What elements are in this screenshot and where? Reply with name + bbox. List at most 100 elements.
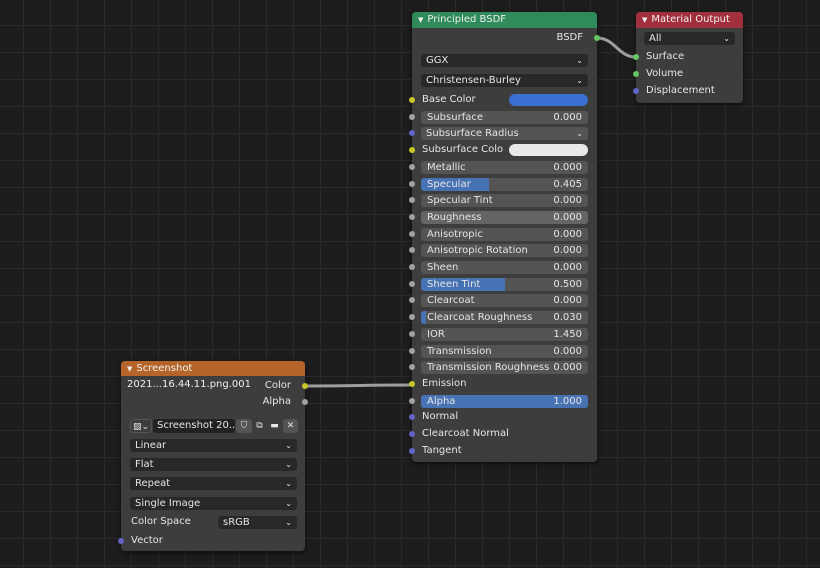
color-space-label: Color Space (131, 516, 191, 527)
slider-value: 1.450 (553, 329, 582, 340)
surface-input-socket[interactable] (633, 54, 639, 60)
slider-label: Anisotropic (427, 229, 483, 240)
input-socket-13[interactable] (409, 314, 415, 320)
slider-specular-tint[interactable]: Specular Tint 0.000 (421, 194, 588, 207)
collapse-icon[interactable]: ▼ (418, 16, 423, 24)
vector-input-socket[interactable] (118, 538, 124, 544)
slider-specular[interactable]: Specular 0.405 (421, 178, 588, 191)
slider-alpha[interactable]: Alpha 1.000 (421, 395, 588, 408)
source-dropdown[interactable]: Single Image ⌄ (130, 497, 297, 510)
input-socket-2[interactable] (409, 130, 415, 136)
slider-label: IOR (427, 329, 445, 340)
slider-anisotropic[interactable]: Anisotropic 0.000 (421, 228, 588, 241)
input-socket-15[interactable] (409, 348, 415, 354)
input-socket-20[interactable] (409, 431, 415, 437)
principled-header[interactable]: ▼ Principled BSDF (412, 12, 597, 28)
alpha-output-socket[interactable] (302, 399, 308, 405)
slider-transmission[interactable]: Transmission 0.000 (421, 345, 588, 358)
link-color-emission (305, 383, 412, 388)
input-socket-1[interactable] (409, 114, 415, 120)
slider-value: 0.000 (553, 245, 582, 256)
extension-dropdown[interactable]: Repeat ⌄ (130, 477, 297, 490)
input-socket-14[interactable] (409, 331, 415, 337)
target-dropdown[interactable]: All ⌄ (644, 32, 735, 45)
slider-value: 0.000 (553, 295, 582, 306)
chevron-down-icon: ⌄ (285, 518, 292, 527)
slider-label: Transmission Roughness (427, 362, 550, 373)
input-socket-11[interactable] (409, 281, 415, 287)
slider-subsurface[interactable]: Subsurface 0.000 (421, 111, 588, 124)
image-name-field[interactable]: Screenshot 20... (153, 419, 238, 433)
duplicate-image-icon[interactable]: ⧉ (252, 419, 267, 433)
slider-label: Roughness (427, 212, 482, 223)
input-socket-4[interactable] (409, 164, 415, 170)
subsurface-method-dropdown[interactable]: Christensen-Burley ⌄ (421, 74, 588, 87)
collapse-icon[interactable]: ▼ (127, 365, 132, 373)
slider-roughness[interactable]: Roughness 0.000 (421, 211, 588, 224)
input-emission: Emission (422, 378, 467, 389)
principled-bsdf-node[interactable]: ▼ Principled BSDF BSDF GGX ⌄ Christensen-B… (409, 12, 600, 462)
input-socket-16[interactable] (409, 364, 415, 370)
displacement-input-socket[interactable] (633, 88, 639, 94)
dropdown-subsurface-radius[interactable]: Subsurface Radius ⌄ (421, 127, 588, 140)
input-socket-5[interactable] (409, 181, 415, 187)
color-space-dropdown[interactable]: sRGB ⌄ (218, 516, 297, 529)
dropdown-value: sRGB (223, 517, 250, 528)
input-socket-7[interactable] (409, 214, 415, 220)
collapse-icon[interactable]: ▼ (642, 16, 647, 24)
dropdown-label: Subsurface Radius (426, 128, 519, 139)
chevron-down-icon: ⌄ (576, 56, 583, 65)
input-tangent: Tangent (422, 445, 462, 456)
input-socket-17[interactable] (409, 381, 415, 387)
slider-clearcoat-roughness[interactable]: Clearcoat Roughness 0.030 (421, 311, 588, 324)
volume-input-socket[interactable] (633, 71, 639, 77)
input-socket-8[interactable] (409, 231, 415, 237)
input-socket-6[interactable] (409, 197, 415, 203)
dropdown-value: Linear (135, 440, 167, 451)
input-socket-12[interactable] (409, 297, 415, 303)
color-swatch[interactable] (509, 144, 588, 156)
input-socket-19[interactable] (409, 414, 415, 420)
bsdf-output-socket[interactable] (594, 35, 600, 41)
output-color: Color (264, 380, 291, 391)
slider-metallic[interactable]: Metallic 0.000 (421, 161, 588, 174)
slider-anisotropic-rotation[interactable]: Anisotropic Rotation 0.000 (421, 244, 588, 257)
image-texture-node[interactable]: ▼ Screenshot 2021...16.44.11.png.001 Colo… (118, 361, 308, 551)
input-socket-3[interactable] (409, 147, 415, 153)
slider-label: Subsurface (427, 112, 483, 123)
unlink-x-icon[interactable]: ✕ (283, 419, 298, 433)
slider-ior[interactable]: IOR 1.450 (421, 328, 588, 341)
slider-value: 0.000 (553, 162, 582, 173)
input-socket-18[interactable] (409, 398, 415, 404)
color-output-socket[interactable] (302, 383, 308, 389)
output-bsdf: BSDF (557, 31, 583, 45)
image-header[interactable]: ▼ Screenshot 2021...16.44.11.png.001 (121, 361, 305, 390)
distribution-dropdown[interactable]: GGX ⌄ (421, 54, 588, 67)
image-browse-button[interactable]: ▨⌄ (130, 419, 152, 433)
interpolation-dropdown[interactable]: Linear ⌄ (130, 439, 297, 452)
slider-sheen[interactable]: Sheen 0.000 (421, 261, 588, 274)
slider-transmission-roughness[interactable]: Transmission Roughness 0.000 (421, 361, 588, 374)
slider-sheen-tint[interactable]: Sheen Tint 0.500 (421, 278, 588, 291)
dropdown-value: Single Image (135, 498, 201, 509)
input-displacement: Displacement (646, 85, 715, 96)
output-header[interactable]: ▼ Material Output (636, 12, 743, 28)
fake-user-shield-icon[interactable]: ⛉ (236, 419, 252, 433)
slider-value: 0.000 (553, 229, 582, 240)
chevron-down-icon: ⌄ (576, 129, 583, 138)
color-swatch[interactable] (509, 94, 588, 106)
material-output-node[interactable]: ▼ Material Output All ⌄ Surface Volume Dis… (633, 12, 743, 103)
projection-dropdown[interactable]: Flat ⌄ (130, 458, 297, 471)
input-socket-9[interactable] (409, 247, 415, 253)
open-folder-icon[interactable]: ▬ (267, 419, 282, 433)
socket-label: BSDF (556, 32, 583, 43)
node-title: Principled BSDF (427, 14, 507, 25)
slider-clearcoat[interactable]: Clearcoat 0.000 (421, 294, 588, 307)
input-socket-21[interactable] (409, 448, 415, 454)
input-socket-10[interactable] (409, 264, 415, 270)
node-title: Material Output (651, 14, 730, 25)
chevron-down-icon: ⌄ (723, 34, 730, 43)
input-socket-0[interactable] (409, 97, 415, 103)
slider-value: 0.000 (553, 195, 582, 206)
slider-value: 0.030 (553, 312, 582, 323)
